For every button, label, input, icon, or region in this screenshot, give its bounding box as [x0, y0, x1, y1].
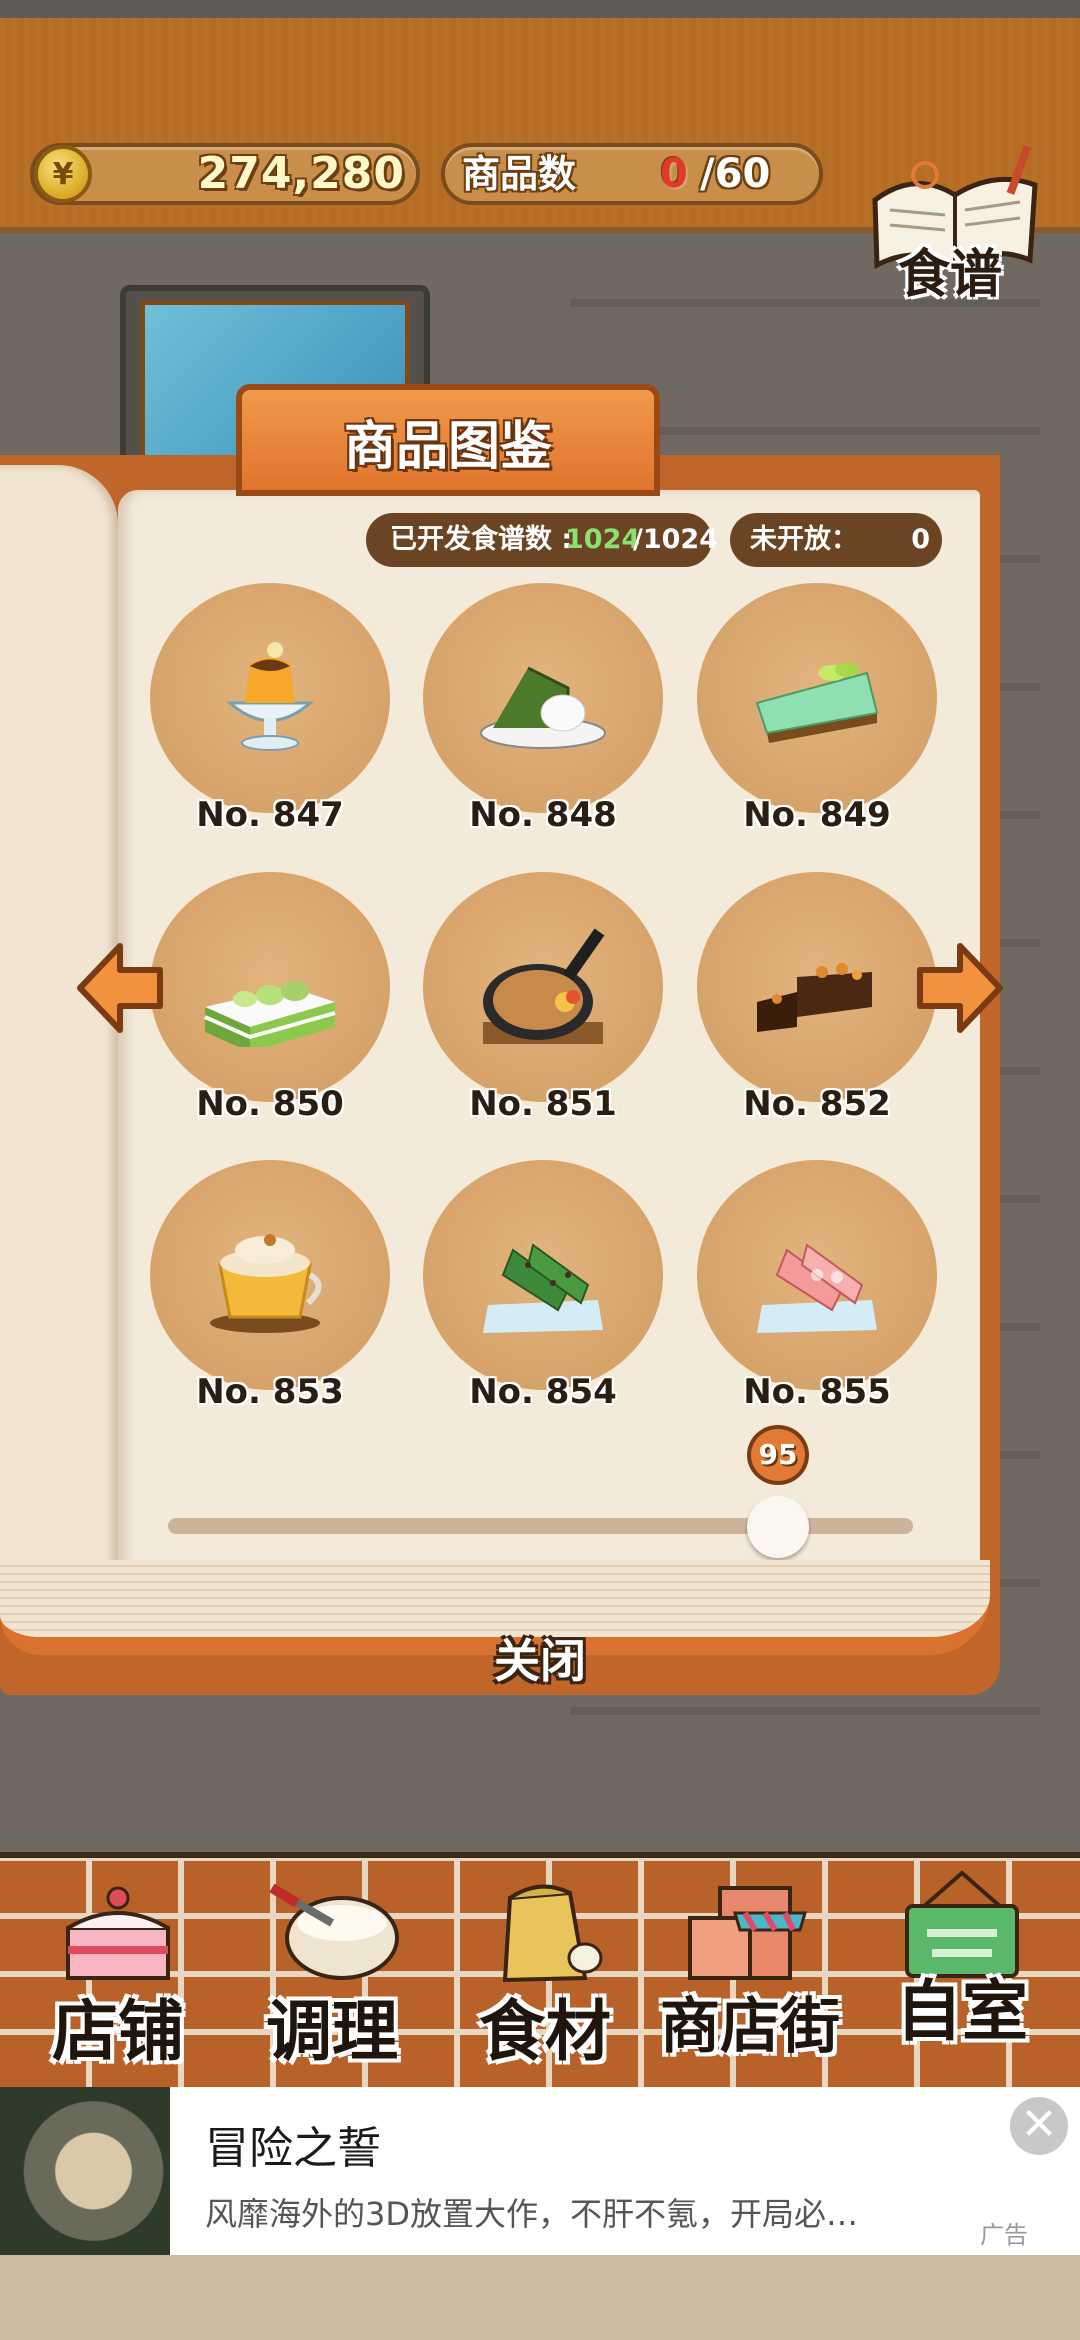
previous-page-button[interactable]	[75, 938, 165, 1038]
ingredient-sack-icon	[502, 1884, 603, 1983]
nav-shopping-street[interactable]: 商店街	[650, 1858, 850, 2083]
item-number: No. 847	[196, 795, 344, 835]
currency-symbol: ¥	[52, 156, 74, 192]
arrow-left-icon	[77, 943, 163, 1033]
arrow-right-icon	[917, 943, 1003, 1033]
matcha-layer-cake-icon	[204, 981, 336, 1047]
nav-cooking[interactable]: 调理	[232, 1858, 432, 2083]
item-number: No. 854	[469, 1372, 617, 1412]
item-number: No. 848	[469, 795, 617, 835]
nav-my-room-label: 自室	[896, 1973, 1028, 2050]
locked-recipes-value: 0	[911, 524, 930, 555]
catalog-item[interactable]: No. 848	[418, 583, 668, 853]
item-number: No. 849	[743, 795, 891, 835]
unlocked-recipes-total: /1024	[633, 524, 719, 555]
matcha-cake-slice-icon	[480, 666, 606, 749]
catalog-item[interactable]: No. 854	[418, 1160, 668, 1430]
item-number: No. 855	[743, 1372, 891, 1412]
cake-shop-icon	[66, 1886, 170, 1980]
nav-my-room[interactable]: 自室	[862, 1858, 1062, 2083]
ad-thumbnail[interactable]	[0, 2087, 170, 2255]
nav-cooking-label: 调理	[266, 1993, 398, 2070]
catalog-item[interactable]: No. 850	[145, 872, 395, 1142]
catalog-item[interactable]: No. 855	[692, 1160, 942, 1430]
money-value: 274,280	[197, 148, 405, 199]
ad-close-button[interactable]: ✕	[1010, 2097, 1068, 2155]
locked-recipes-label: 未开放：	[750, 524, 858, 555]
unlocked-recipes-value: 1024	[565, 524, 641, 555]
catalog-item[interactable]: No. 852	[692, 872, 942, 1142]
goods-count: 0	[660, 151, 688, 197]
goods-max: /60	[700, 151, 771, 197]
close-button[interactable]: 关闭	[440, 1625, 640, 1691]
nav-shop[interactable]: 店铺	[18, 1858, 218, 2083]
status-strip	[0, 0, 1080, 18]
mixing-bowl-icon	[269, 1883, 399, 1980]
ad-description[interactable]: 风靡海外的3D放置大作，不肝不氪，开局必…	[205, 2189, 925, 2235]
close-icon: ✕	[1020, 2099, 1058, 2150]
footer-strip	[0, 2255, 1080, 2340]
catalog-item[interactable]: No. 849	[692, 583, 942, 853]
pudding-parfait-icon	[226, 642, 314, 751]
skillet-pancake-icon	[483, 928, 605, 1044]
chocolate-pound-cake-icon	[757, 963, 872, 1032]
catalog-item[interactable]: No. 851	[418, 872, 668, 1142]
shopping-street-icon	[688, 1886, 808, 1980]
pink-dango-skewers-icon	[757, 1223, 877, 1333]
lime-pie-slice-icon	[755, 663, 879, 743]
item-number: No. 850	[196, 1084, 344, 1124]
unlocked-recipes-label: 已开发食谱数 :	[390, 524, 573, 555]
catalog-item[interactable]: No. 853	[145, 1160, 395, 1430]
orange-drink-cup-icon	[210, 1234, 322, 1333]
nav-shop-label: 店铺	[52, 1993, 184, 2070]
item-number: No. 851	[469, 1084, 617, 1124]
ad-title[interactable]: 冒险之誓	[205, 2112, 381, 2176]
catalog-item[interactable]: No. 847	[145, 583, 395, 853]
item-number: No. 852	[743, 1084, 891, 1124]
page-slider-knob[interactable]	[747, 1496, 809, 1558]
page-slider-value: 95	[758, 1438, 798, 1471]
dialog-title: 商品图鉴	[343, 417, 552, 477]
item-number: No. 853	[196, 1372, 344, 1412]
ad-label: 广告	[980, 2221, 1028, 2249]
matcha-dango-skewers-icon	[483, 1223, 603, 1333]
yen-coin-icon: ¥	[34, 145, 92, 203]
next-page-button[interactable]	[915, 938, 1005, 1038]
goods-label: 商品数	[462, 152, 577, 196]
